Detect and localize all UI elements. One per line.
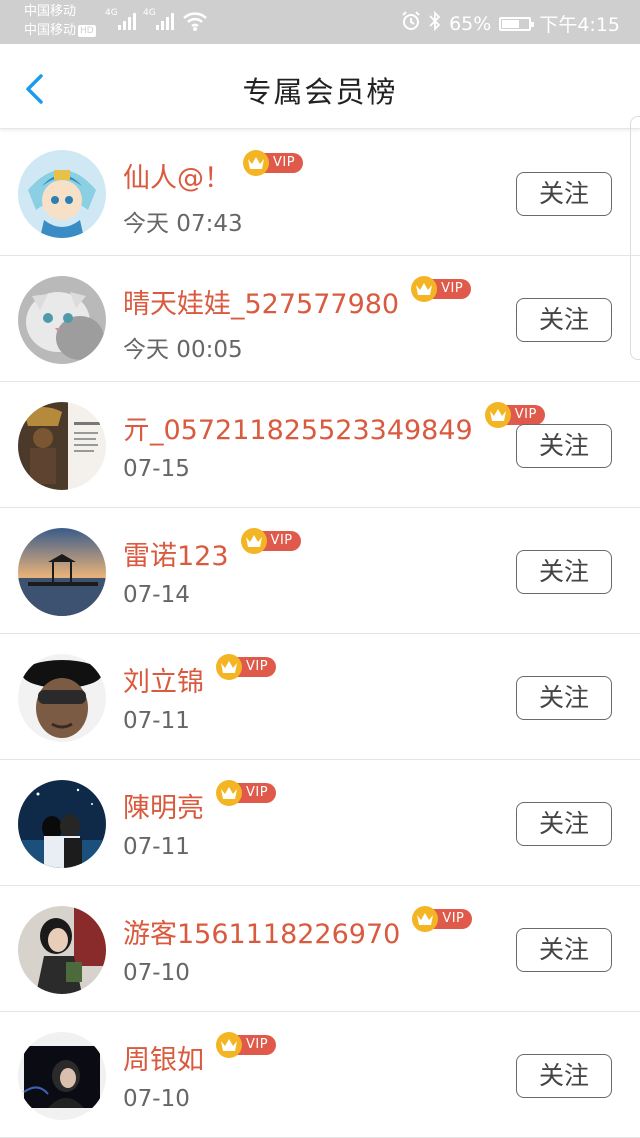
- nav-header: 专属会员榜: [0, 44, 640, 129]
- carrier-1: 中国移动: [24, 4, 77, 19]
- list-item[interactable]: 雷诺123 VIP 07-14 关注: [0, 508, 640, 634]
- status-right: 65% 下午4:15: [401, 10, 620, 37]
- crown-icon: [411, 276, 438, 302]
- visit-time: 07-10: [123, 960, 190, 986]
- follow-button[interactable]: 关注: [516, 928, 612, 972]
- vip-badge: VIP: [216, 1032, 277, 1058]
- alarm-icon: [401, 11, 421, 36]
- avatar[interactable]: [18, 780, 106, 868]
- member-name[interactable]: 亓_057211825523349849: [123, 415, 473, 446]
- signal-icon-2: 4G: [143, 8, 174, 30]
- list-item[interactable]: 刘立锦 VIP 07-11 关注: [0, 634, 640, 760]
- follow-button[interactable]: 关注: [516, 172, 612, 216]
- follow-button[interactable]: 关注: [516, 424, 612, 468]
- avatar[interactable]: [18, 528, 106, 616]
- list-item[interactable]: 亓_057211825523349849 VIP 07-15 关注: [0, 382, 640, 508]
- crown-icon: [240, 528, 267, 554]
- follow-button[interactable]: 关注: [516, 298, 612, 342]
- vip-badge: VIP: [243, 150, 304, 176]
- visit-time: 07-10: [123, 1086, 190, 1112]
- crown-icon: [216, 780, 242, 806]
- member-name[interactable]: 游客1561118226970: [123, 919, 400, 950]
- member-name[interactable]: 刘立锦: [123, 667, 204, 698]
- visit-time: 今天 07:43: [123, 211, 243, 237]
- follow-button[interactable]: 关注: [516, 676, 612, 720]
- avatar[interactable]: [18, 150, 106, 238]
- follow-button[interactable]: 关注: [516, 802, 612, 846]
- member-name[interactable]: 周银如: [123, 1045, 204, 1076]
- vip-badge: VIP: [412, 906, 473, 932]
- list-item[interactable]: 仙人@！ VIP 今天 07:43 关注: [0, 130, 640, 256]
- follow-button[interactable]: 关注: [516, 550, 612, 594]
- avatar[interactable]: [18, 1032, 106, 1120]
- list-item[interactable]: 游客1561118226970 VIP 07-10 关注: [0, 886, 640, 1012]
- avatar[interactable]: [18, 906, 106, 994]
- battery-percent: 65%: [449, 12, 492, 35]
- carrier-2: 中国移动: [24, 23, 77, 38]
- member-name[interactable]: 晴天娃娃_527577980: [123, 289, 399, 320]
- network-type-2: 4G: [143, 8, 156, 18]
- carrier-info: 中国移动 中国移动 HD: [24, 2, 96, 40]
- vip-badge: VIP: [216, 654, 277, 680]
- visit-time: 07-14: [123, 582, 190, 608]
- visit-time: 今天 00:05: [123, 337, 243, 363]
- visit-time: 07-11: [123, 708, 190, 734]
- bluetooth-icon: [429, 10, 441, 36]
- vip-badge: VIP: [411, 276, 472, 302]
- list-item[interactable]: 周银如 VIP 07-10 关注: [0, 1012, 640, 1138]
- network-type-1: 4G: [105, 8, 118, 18]
- member-name[interactable]: 雷诺123: [123, 541, 229, 572]
- member-list: 仙人@！ VIP 今天 07:43 关注 晴天娃娃_527577980 VIP 今天…: [0, 130, 640, 1138]
- list-item[interactable]: 陳明亮 VIP 07-11 关注: [0, 760, 640, 886]
- crown-icon: [216, 1032, 242, 1058]
- list-item[interactable]: 晴天娃娃_527577980 VIP 今天 00:05 关注: [0, 256, 640, 382]
- follow-button[interactable]: 关注: [516, 1054, 612, 1098]
- visit-time: 07-15: [123, 456, 190, 482]
- page-title: 专属会员榜: [242, 75, 398, 109]
- avatar[interactable]: [18, 402, 106, 490]
- status-bar: 中国移动 中国移动 HD 4G 4G 65% 下午4:15: [0, 0, 640, 44]
- crown-icon: [216, 654, 242, 680]
- crown-icon: [243, 150, 269, 176]
- wifi-icon: [182, 10, 208, 36]
- member-name[interactable]: 陳明亮: [123, 793, 204, 824]
- avatar[interactable]: [18, 276, 106, 364]
- hd-badge: HD: [78, 25, 96, 37]
- crown-icon: [484, 402, 511, 428]
- signal-icon: 4G: [105, 8, 136, 30]
- vip-badge: VIP: [240, 528, 301, 554]
- clock: 下午4:15: [539, 14, 620, 36]
- visit-time: 07-11: [123, 834, 190, 860]
- vip-badge: VIP: [216, 780, 277, 806]
- battery-icon: [499, 16, 535, 31]
- member-name[interactable]: 仙人@！: [123, 163, 231, 194]
- avatar[interactable]: [18, 654, 106, 742]
